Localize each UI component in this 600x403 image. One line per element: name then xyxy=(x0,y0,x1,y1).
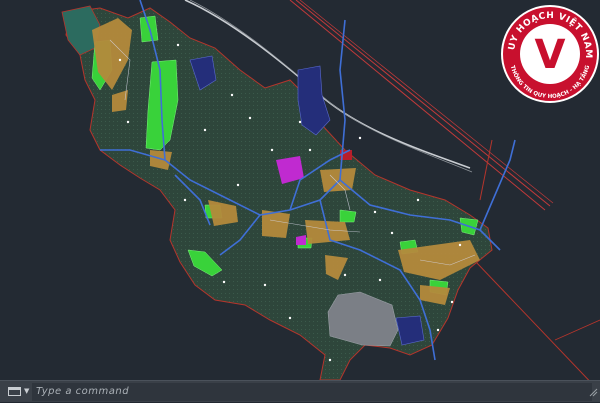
logo-letter: V xyxy=(535,32,566,78)
chevron-down-icon: ▼ xyxy=(24,387,30,395)
command-input[interactable] xyxy=(32,382,592,401)
resize-grip-icon[interactable] xyxy=(588,387,598,397)
command-line-icon[interactable]: ▼ xyxy=(0,381,32,403)
terminal-icon xyxy=(8,387,21,396)
drawing-canvas[interactable]: QUY HOẠCH VIỆT NAM THÔNG TIN QUY HOẠCH -… xyxy=(0,0,600,393)
quy-hoach-logo: QUY HOẠCH VIỆT NAM THÔNG TIN QUY HOẠCH -… xyxy=(500,2,599,103)
command-line-bar: ▼ xyxy=(0,380,600,402)
